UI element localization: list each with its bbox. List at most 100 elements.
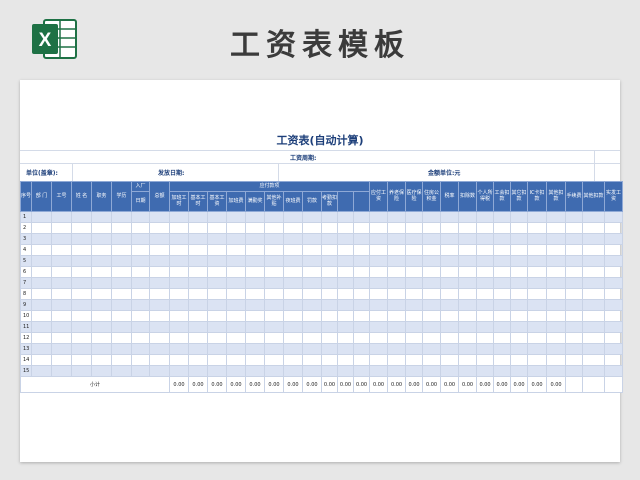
table-cell[interactable] [337, 244, 354, 256]
table-cell[interactable] [149, 321, 170, 333]
table-cell[interactable] [91, 332, 112, 344]
table-cell[interactable] [71, 266, 92, 278]
table-cell[interactable] [169, 354, 189, 366]
table-cell[interactable] [71, 233, 92, 245]
table-cell[interactable] [188, 343, 208, 355]
table-cell[interactable] [71, 222, 92, 234]
table-cell[interactable] [111, 211, 132, 223]
table-cell[interactable] [169, 332, 189, 344]
table-cell[interactable] [245, 321, 265, 333]
table-cell[interactable] [188, 244, 208, 256]
table-cell[interactable] [51, 277, 72, 289]
table-cell[interactable] [510, 244, 529, 256]
table-cell[interactable] [510, 266, 529, 278]
table-cell[interactable] [476, 343, 495, 355]
table-cell[interactable] [149, 299, 170, 311]
table-cell[interactable] [149, 222, 170, 234]
table-cell[interactable] [71, 332, 92, 344]
table-cell[interactable] [369, 310, 389, 322]
table-cell[interactable] [71, 288, 92, 300]
table-cell[interactable] [283, 233, 303, 245]
table-cell[interactable] [604, 266, 624, 278]
table-cell[interactable] [91, 277, 112, 289]
table-cell[interactable] [149, 255, 170, 267]
table-cell[interactable] [149, 277, 170, 289]
table-cell[interactable] [91, 244, 112, 256]
table-cell[interactable] [387, 365, 407, 377]
table-cell[interactable] [422, 266, 442, 278]
table-cell[interactable] [188, 332, 208, 344]
table-cell[interactable] [337, 299, 354, 311]
table-cell[interactable] [337, 211, 354, 223]
table-cell[interactable] [604, 299, 624, 311]
table-cell[interactable] [510, 222, 529, 234]
table-cell[interactable] [226, 354, 246, 366]
table-cell[interactable] [582, 365, 606, 377]
table-cell[interactable] [337, 266, 354, 278]
table-cell[interactable] [321, 255, 338, 267]
table-cell[interactable] [71, 255, 92, 267]
table-cell[interactable] [546, 365, 567, 377]
table-cell[interactable] [111, 299, 132, 311]
table-cell[interactable] [169, 288, 189, 300]
table-cell[interactable] [582, 211, 606, 223]
table-cell[interactable] [565, 354, 584, 366]
table-cell[interactable] [71, 354, 92, 366]
table-cell[interactable] [91, 354, 112, 366]
table-cell[interactable] [245, 332, 265, 344]
table-cell[interactable] [493, 365, 512, 377]
table-cell[interactable] [527, 255, 548, 267]
table-cell[interactable] [582, 332, 606, 344]
table-cell[interactable] [131, 354, 150, 366]
table-cell[interactable] [111, 277, 132, 289]
table-cell[interactable] [510, 255, 529, 267]
table-cell[interactable] [476, 244, 495, 256]
table-cell[interactable] [458, 354, 478, 366]
table-cell[interactable] [476, 354, 495, 366]
table-cell[interactable] [283, 299, 303, 311]
table-cell[interactable] [188, 354, 208, 366]
table-cell[interactable] [245, 310, 265, 322]
table-cell[interactable] [226, 332, 246, 344]
table-cell[interactable] [527, 222, 548, 234]
table-cell[interactable] [510, 277, 529, 289]
table-cell[interactable] [283, 288, 303, 300]
table-cell[interactable] [245, 365, 265, 377]
table-cell[interactable] [302, 211, 322, 223]
table-cell[interactable] [565, 211, 584, 223]
table-cell[interactable] [226, 321, 246, 333]
table-cell[interactable] [207, 277, 227, 289]
table-cell[interactable] [283, 222, 303, 234]
table-cell[interactable] [51, 222, 72, 234]
table-cell[interactable] [510, 321, 529, 333]
table-cell[interactable] [31, 222, 52, 234]
table-cell[interactable] [546, 343, 567, 355]
table-cell[interactable] [51, 266, 72, 278]
table-cell[interactable] [111, 332, 132, 344]
table-cell[interactable] [422, 277, 442, 289]
table-cell[interactable] [337, 233, 354, 245]
table-cell[interactable] [71, 277, 92, 289]
table-cell[interactable] [321, 244, 338, 256]
table-cell[interactable] [369, 354, 389, 366]
table-cell[interactable] [422, 288, 442, 300]
table-cell[interactable] [440, 354, 460, 366]
table-cell[interactable] [510, 233, 529, 245]
table-cell[interactable] [264, 365, 284, 377]
table-cell[interactable] [546, 222, 567, 234]
table-cell[interactable] [188, 365, 208, 377]
table-cell[interactable] [302, 222, 322, 234]
table-cell[interactable] [565, 244, 584, 256]
table-cell[interactable] [169, 266, 189, 278]
table-cell[interactable] [245, 354, 265, 366]
table-cell[interactable] [527, 266, 548, 278]
table-cell[interactable] [387, 321, 407, 333]
table-cell[interactable] [226, 288, 246, 300]
table-cell[interactable] [546, 321, 567, 333]
table-cell[interactable] [493, 277, 512, 289]
table-cell[interactable] [458, 332, 478, 344]
table-cell[interactable] [458, 266, 478, 278]
table-cell[interactable] [283, 255, 303, 267]
table-cell[interactable] [369, 211, 389, 223]
table-cell[interactable] [51, 233, 72, 245]
